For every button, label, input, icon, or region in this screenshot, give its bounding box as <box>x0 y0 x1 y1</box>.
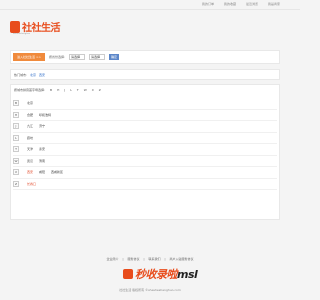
city-link[interactable]: 渭南 <box>39 159 45 163</box>
city-group: 西安 咸阳 西咸新区 <box>27 170 63 174</box>
city-link[interactable]: 廊坊 <box>27 136 33 140</box>
letter-badge: H <box>13 111 19 118</box>
city-row: T 天津 泰安 <box>13 144 277 156</box>
logo-subtitle: shesheshenghuo <box>13 33 30 35</box>
watermark-main: 秒收录啦 <box>135 268 178 281</box>
city-group: 合肥 呼和浩特 <box>27 113 51 117</box>
hot-city-link[interactable]: 北京 <box>30 73 36 77</box>
footer-link-contact[interactable]: 联系我们 <box>149 257 161 261</box>
footer-links: 企业简介 | 服务协议 | 联系我们 | 商户入驻服务协议 <box>0 257 300 261</box>
letter-badge: J <box>13 123 19 129</box>
letter-badge: L <box>13 134 19 141</box>
footer-link-merchant-terms[interactable]: 商户入驻服务协议 <box>170 257 194 261</box>
city-link[interactable]: 北京 <box>27 101 33 105</box>
letter-link[interactable]: T <box>77 88 79 92</box>
city-link[interactable]: 西安 <box>27 170 33 174</box>
confirm-button[interactable]: 确定 <box>109 54 120 60</box>
letter-link[interactable]: B <box>50 88 52 92</box>
footer-separator: | <box>143 257 145 261</box>
city-select[interactable]: 请选择 <box>89 54 106 60</box>
city-link[interactable]: 九江 <box>27 124 33 128</box>
logo-text: 社社生活 <box>22 23 61 34</box>
top-link-merchant[interactable]: 我是商家 <box>268 2 280 6</box>
city-group: 长春口 <box>27 182 36 186</box>
hot-cities: 热门城市: 北京 西安 <box>10 69 280 80</box>
letter-link[interactable]: J <box>64 88 65 92</box>
city-search-bar: 进入社社生活 >> 按省份选择: 请选择 请选择 确定 <box>10 50 280 64</box>
top-link-favorites[interactable]: 我的收藏 <box>224 2 236 6</box>
top-bar: 我的订单 我的收藏 最近浏览 我是商家 <box>0 0 300 10</box>
city-link[interactable]: 武汉 <box>27 159 33 163</box>
watermark-logo-icon <box>123 269 133 279</box>
city-link[interactable]: 西咸新区 <box>51 170 63 174</box>
city-link[interactable]: 泰安 <box>39 147 45 151</box>
city-list: 按城市拼音首字母选择: B H J L T W X Z B 北京 H 合肥 呼和… <box>10 84 280 220</box>
city-row: J 九江 济宁 <box>13 121 277 133</box>
watermark: 秒收录啦msl <box>123 266 198 282</box>
letter-badge: B <box>13 100 19 106</box>
footer-link-about[interactable]: 企业简介 <box>106 257 118 261</box>
logo-icon <box>10 20 20 33</box>
city-group: 廊坊 <box>27 136 33 140</box>
letter-link[interactable]: Z <box>99 88 101 92</box>
city-link[interactable]: 合肥 <box>27 113 33 117</box>
city-group: 北京 <box>27 101 33 105</box>
letter-link[interactable]: W <box>84 88 87 92</box>
city-link[interactable]: 济宁 <box>39 124 45 128</box>
letter-index-label: 按城市拼音首字母选择: <box>14 88 46 92</box>
letter-link[interactable]: L <box>70 88 72 92</box>
city-row: B 北京 <box>13 98 277 110</box>
header: 社社生活 shesheshenghuo <box>0 10 300 40</box>
province-label: 按省份选择: <box>49 55 66 59</box>
footer-separator: | <box>122 257 124 261</box>
city-row: L 廊坊 <box>13 133 277 144</box>
hot-cities-label: 热门城市: <box>14 72 28 77</box>
city-group: 武汉 渭南 <box>27 159 45 163</box>
watermark-suffix: msl <box>177 268 198 281</box>
province-select[interactable]: 请选择 <box>69 54 86 60</box>
city-group: 九江 济宁 <box>27 124 45 128</box>
city-row: Z 长春口 <box>13 179 277 190</box>
page: 我的订单 我的收藏 最近浏览 我是商家 社社生活 shesheshenghuo … <box>0 0 300 300</box>
top-links: 我的订单 我的收藏 最近浏览 我是商家 <box>202 2 280 6</box>
letter-link[interactable]: H <box>57 88 59 92</box>
city-rows: B 北京 H 合肥 呼和浩特 J 九江 济宁 L 廊坊 T 天津 泰安 W 武汉… <box>13 98 277 190</box>
city-row: X 西安 咸阳 西咸新区 <box>13 167 277 179</box>
hot-city-link[interactable]: 西安 <box>39 73 45 77</box>
letter-badge: W <box>13 157 19 164</box>
footer-separator: | <box>164 257 166 261</box>
letter-badge: X <box>13 169 19 175</box>
letter-link[interactable]: X <box>92 88 94 92</box>
city-row: W 武汉 渭南 <box>13 156 277 167</box>
enter-site-button[interactable]: 进入社社生活 >> <box>13 53 45 61</box>
footer-link-terms[interactable]: 服务协议 <box>127 257 139 261</box>
top-link-recent[interactable]: 最近浏览 <box>246 2 258 6</box>
copyright: 社社生活 版权所有 ©shesheshenghuo.com <box>119 288 181 292</box>
letter-badge: Z <box>13 180 19 187</box>
city-group: 天津 泰安 <box>27 147 45 151</box>
letter-index: 按城市拼音首字母选择: B H J L T W X Z <box>14 88 101 92</box>
city-row: H 合肥 呼和浩特 <box>13 110 277 121</box>
city-link[interactable]: 呼和浩特 <box>39 113 51 117</box>
city-link[interactable]: 天津 <box>27 147 33 151</box>
site-logo[interactable]: 社社生活 <box>10 19 61 34</box>
letter-badge: T <box>13 146 19 152</box>
watermark-text: 秒收录啦msl <box>135 266 198 282</box>
top-link-orders[interactable]: 我的订单 <box>202 2 214 6</box>
city-link[interactable]: 咸阳 <box>39 170 45 174</box>
city-link[interactable]: 长春口 <box>27 182 36 186</box>
